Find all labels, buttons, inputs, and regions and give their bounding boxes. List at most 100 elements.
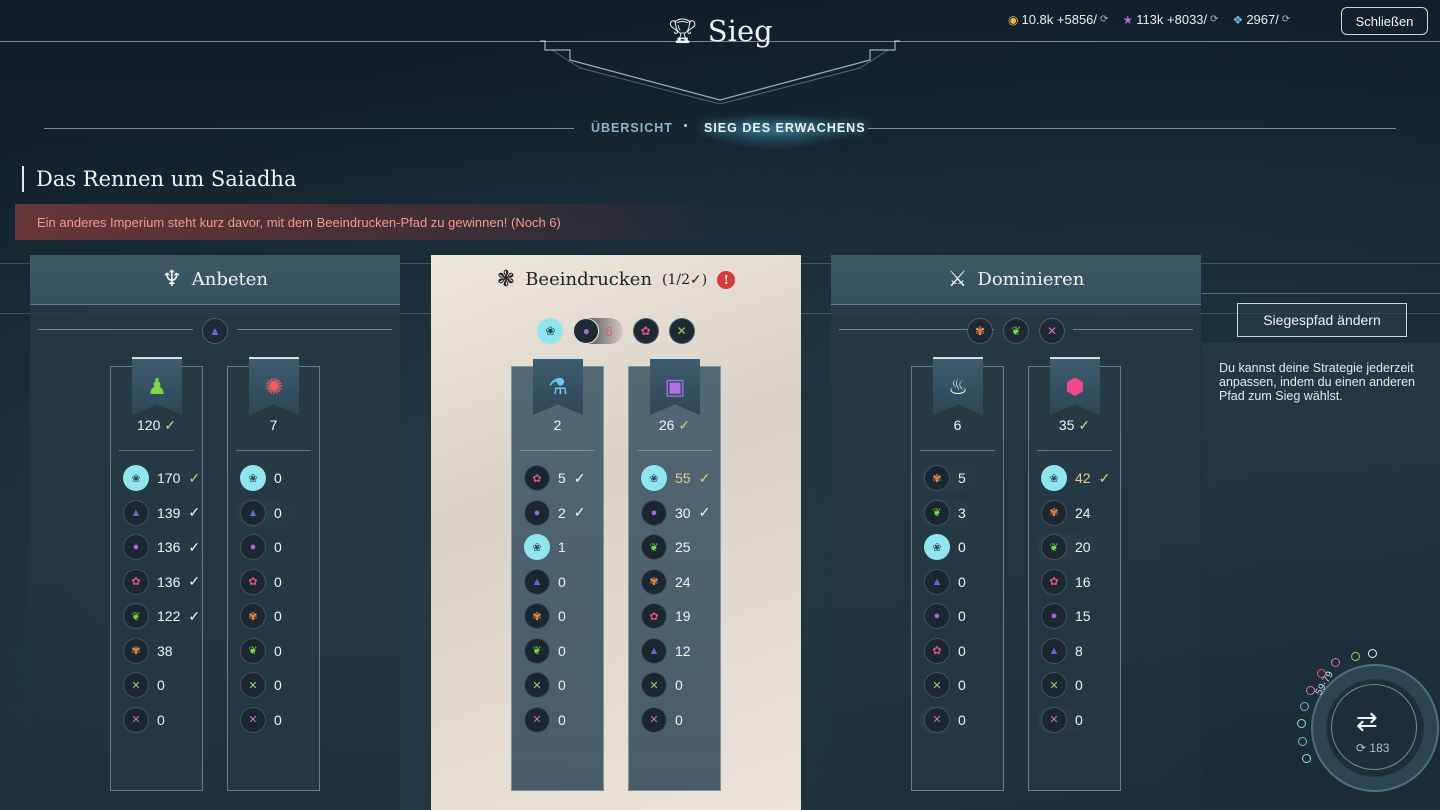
faction-score: 120 ✓ (111, 417, 202, 434)
faction-score-value: 6 (953, 417, 962, 433)
swords-icon[interactable]: ✕ (1039, 318, 1065, 344)
check-icon: ✓ (573, 469, 586, 486)
chat-icon: ▣ (664, 374, 686, 399)
stat-value: 136 (157, 539, 181, 556)
spiral-icon: ✺ (264, 374, 284, 399)
stat-row: ● 0 (240, 530, 282, 565)
empire-marker-icon (1317, 669, 1326, 678)
faction-banner: ▣ (650, 357, 700, 415)
requirement-active[interactable]: ● 6 (573, 318, 623, 344)
flower-icon[interactable]: ✾ (967, 318, 993, 344)
potion-icon: ⚗ (548, 374, 568, 399)
end-turn-icon[interactable]: ⇄ (1356, 706, 1378, 737)
wisdom-icon: ❀ (123, 465, 149, 492)
close-button[interactable]: Schließen (1341, 7, 1428, 35)
impress-icon: ❃ (496, 267, 516, 292)
orb-icon: ● (524, 499, 550, 526)
stat-row: ✿ 16 (1041, 565, 1110, 600)
requirement-icons: ❀ ● 6 ✿ ✕ (431, 318, 801, 344)
empire-marker-icon (1300, 702, 1309, 711)
wisdom-icon: ❀ (1041, 465, 1067, 492)
wisdom-icon: ❀ (924, 534, 950, 561)
faction-column[interactable]: ▣ 26 ✓ ❀ 55 ✓ ● 30 ✓ ❦ 25 ✾ 24 ✿ 19 ▲ 12 ✕ 0 ✕ 0 (628, 357, 721, 791)
faction-column[interactable]: ⚗ 2 ✿ 5 ✓ ● 2 ✓ ❀ 1 ▲ 0 ✾ 0 ❦ 0 ✕ 0 ✕ 0 (511, 357, 604, 791)
stat-row: ❦ 3 (920, 496, 994, 531)
swords-icon: ✕ (524, 706, 550, 733)
stat-value: 0 (157, 711, 165, 728)
person-icon: ♟ (147, 374, 167, 399)
hex-cluster-icon: ⬢ (1065, 374, 1085, 399)
faction-banner: ♨ (933, 357, 983, 415)
stat-row: ● 30 ✓ (641, 496, 710, 531)
close-button-label: Schließen (1355, 13, 1414, 29)
stat-value: 0 (274, 573, 282, 590)
path-panel-anbeten[interactable]: ♆ Anbeten ▲ ♟ 120 ✓ ❀ 170 ✓ ▲ 139 ✓ ● 136 ✓ ✿ 136 ✓ ❦ 122 ✓… (30, 255, 400, 810)
stat-value: 0 (1075, 677, 1083, 694)
change-path-label: Siegespfad ändern (1263, 312, 1381, 328)
stat-value: 0 (675, 711, 683, 728)
change-path-button[interactable]: Siegespfad ändern (1237, 303, 1407, 337)
stat-value: 0 (958, 642, 966, 659)
path-header: ⚔ Dominieren (831, 255, 1201, 305)
tab-overview[interactable]: ÜBERSICHT (591, 121, 673, 135)
stat-value: 0 (1075, 711, 1083, 728)
check-icon: ✓ (160, 417, 176, 433)
stat-list: ✾ 5 ❦ 3 ❀ 0 ▲ 0 ● 0 ✿ 0 ✕ 0 ✕ 0 (920, 461, 994, 737)
stat-value: 0 (274, 504, 282, 521)
rose-icon[interactable]: ✿ (632, 318, 659, 344)
cross-swords-icon: ✕ (641, 672, 667, 699)
stat-value: 5 (958, 470, 966, 487)
leaf-icon: ❦ (123, 603, 149, 630)
tab-awakening-victory[interactable]: SIEG DES ERWACHENS (704, 121, 866, 135)
stat-value: 42 (1075, 470, 1091, 487)
stat-row: ❀ 1 (520, 530, 594, 565)
leaf-icon[interactable]: ❦ (1003, 318, 1029, 344)
stat-row: ✿ 0 (924, 634, 966, 669)
stat-value: 170 (157, 470, 181, 487)
section-title-text: Das Rennen um Saiadha (36, 167, 297, 191)
tab-divider-dot (684, 124, 687, 127)
stat-value: 0 (274, 677, 282, 694)
stat-row: ✕ 0 (636, 668, 712, 703)
stat-row: ✕ 0 (520, 668, 594, 703)
wisdom-icon[interactable]: ❀ (537, 318, 564, 344)
stat-value: 19 (675, 608, 691, 625)
faction-score-value: 26 (658, 417, 675, 433)
swords-icon: ✕ (123, 706, 149, 733)
influence-star-icon: ★ (1122, 12, 1134, 27)
stat-row: ❦ 0 (524, 634, 586, 669)
stat-row: ❀ 55 ✓ (636, 461, 712, 496)
path-panel-beeindrucken[interactable]: ❃ Beeindrucken (1/2✓)! ❀ ● 6 ✿ ✕ ⚗ 2 ✿ 5 ✓ ● 2 ✓ ❀ 1 ▲ 0 ✾ 0 ❦… (431, 255, 801, 810)
column-divider (520, 450, 595, 451)
stat-value: 0 (558, 642, 566, 659)
stat-row: ❦ 25 (641, 530, 710, 565)
tower-icon[interactable]: ▲ (202, 318, 228, 344)
side-line (1202, 293, 1440, 294)
stat-value: 122 (157, 608, 181, 625)
stat-row: ❦ 122 ✓ (123, 599, 200, 634)
stat-row: ✕ 0 (1036, 703, 1112, 738)
section-heading: Das Rennen um Saiadha (22, 166, 296, 192)
cross-swords-icon[interactable]: ✕ (668, 318, 695, 344)
path-name: Anbeten (191, 269, 268, 290)
stat-row: ✾ 38 (123, 634, 200, 669)
faction-column[interactable]: ♨ 6 ✾ 5 ❦ 3 ❀ 0 ▲ 0 ● 0 ✿ 0 ✕ 0 ✕ 0 (911, 357, 1004, 791)
check-icon: ✓ (188, 607, 201, 624)
check-icon: ✓ (674, 417, 691, 433)
cross-swords-icon: ✕ (924, 672, 950, 699)
faction-column[interactable]: ♟ 120 ✓ ❀ 170 ✓ ▲ 139 ✓ ● 136 ✓ ✿ 136 ✓ ❦ 122 ✓ ✾ 38 ✕ 0 ✕ 0 (110, 357, 203, 791)
warning-icon[interactable]: ! (717, 270, 736, 289)
trophy-icon: 🏆︎ (667, 17, 698, 45)
resource-value: 113k +8033/ (1136, 12, 1208, 27)
stat-value: 0 (958, 539, 966, 556)
stat-value: 38 (157, 642, 173, 659)
fire-icon: ♨ (948, 374, 968, 399)
wisdom-icon: ❀ (524, 534, 550, 561)
swords-icon: ✕ (240, 706, 266, 733)
alert-text: Ein anderes Imperium steht kurz davor, m… (37, 214, 561, 230)
faction-column[interactable]: ⬢ 35 ✓ ❀ 42 ✓ ✾ 24 ❦ 20 ✿ 16 ● 15 ▲ 8 ✕ 0 ✕ 0 (1028, 357, 1121, 791)
faction-column[interactable]: ✺ 7 ❀ 0 ▲ 0 ● 0 ✿ 0 ✾ 0 ❦ 0 ✕ 0 ✕ 0 (227, 357, 320, 791)
stat-row: ✿ 0 (240, 565, 282, 600)
path-panel-dominieren[interactable]: ⚔ Dominieren ✾ ❦ ✕ ♨ 6 ✾ 5 ❦ 3 ❀ 0 ▲ 0 ● 0 ✿ 0 ✕ 0 ✕ 0 ⬢ 35 ✓ ❀ 42… (831, 255, 1201, 810)
stat-value: 0 (958, 711, 966, 728)
